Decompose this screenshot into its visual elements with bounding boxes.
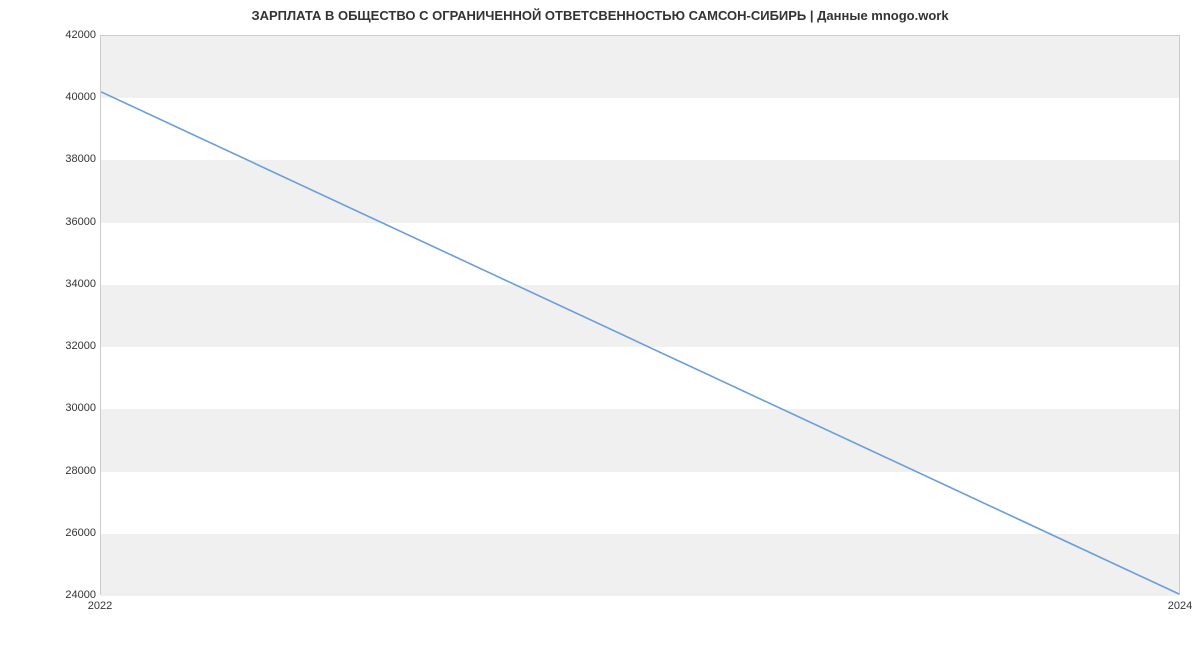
- y-tick: 30000: [46, 402, 96, 414]
- y-tick: 38000: [46, 153, 96, 165]
- chart-container: ЗАРПЛАТА В ОБЩЕСТВО С ОГРАНИЧЕННОЙ ОТВЕТ…: [0, 0, 1200, 650]
- y-tick: 36000: [46, 216, 96, 228]
- x-tick: 2024: [1168, 600, 1192, 612]
- x-tick: 2022: [88, 600, 112, 612]
- y-tick: 28000: [46, 465, 96, 477]
- data-line: [101, 36, 1179, 594]
- y-tick: 26000: [46, 527, 96, 539]
- y-tick: 40000: [46, 91, 96, 103]
- chart-title: ЗАРПЛАТА В ОБЩЕСТВО С ОГРАНИЧЕННОЙ ОТВЕТ…: [0, 8, 1200, 23]
- y-tick: 42000: [46, 29, 96, 41]
- plot-area: [100, 35, 1180, 595]
- y-tick: 34000: [46, 278, 96, 290]
- y-tick: 32000: [46, 340, 96, 352]
